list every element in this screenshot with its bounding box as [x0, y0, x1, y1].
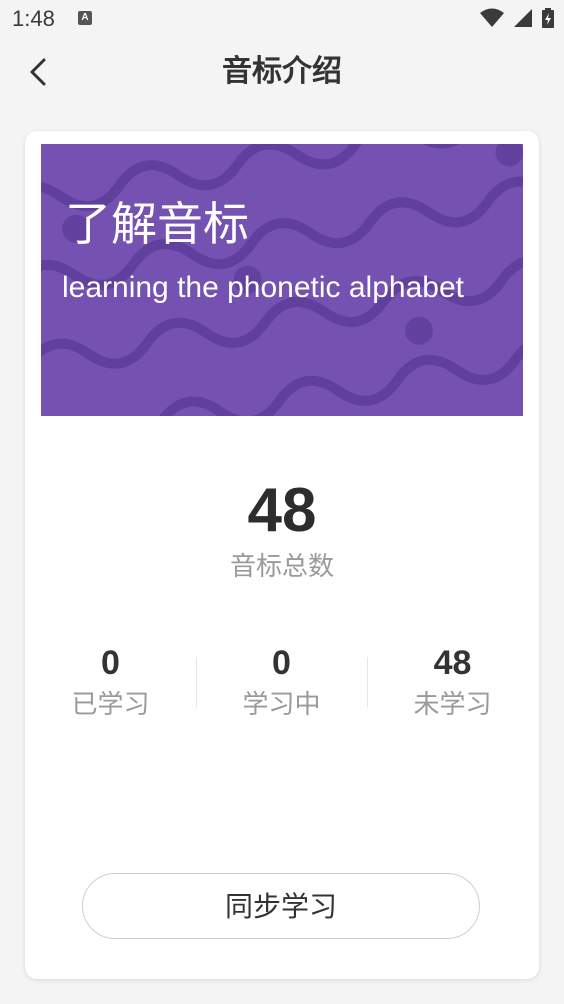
notification-app-icon: A: [78, 11, 92, 25]
status-time: 1:48: [12, 6, 55, 31]
sync-learning-button[interactable]: 同步学习: [82, 873, 480, 939]
wifi-icon: [479, 8, 504, 27]
status-icons: [476, 8, 554, 28]
status-bar: 1:48 A: [0, 0, 564, 38]
stat-learned: 0 已学习: [25, 643, 196, 723]
total-phonetic-label: 音标总数: [229, 552, 334, 582]
top-bar: 音标介绍: [0, 38, 564, 108]
learning-stats: 0 已学习 0 学习中 48 未学习: [25, 643, 539, 733]
intro-banner: 了解音标 learning the phonetic alphabet: [41, 144, 523, 416]
phonetic-intro-card: 了解音标 learning the phonetic alphabet 48 音…: [25, 131, 539, 979]
signal-icon: [513, 9, 532, 27]
battery-icon: [542, 8, 554, 28]
stat-unlearned-label: 未学习: [413, 690, 492, 720]
stat-learned-label: 已学习: [71, 690, 150, 720]
stat-unlearned: 48 未学习: [367, 643, 538, 723]
banner-subtitle: learning the phonetic alphabet: [62, 271, 464, 304]
stat-learning-label: 学习中: [242, 690, 321, 720]
stat-learning-value: 0: [272, 644, 291, 682]
total-phonetic-count: 48: [247, 476, 317, 545]
banner-title: 了解音标: [65, 197, 249, 251]
stat-learned-value: 0: [101, 644, 120, 682]
stat-learning: 0 学习中: [196, 643, 367, 723]
stat-unlearned-value: 48: [433, 644, 472, 682]
page-title: 音标介绍: [222, 54, 342, 89]
